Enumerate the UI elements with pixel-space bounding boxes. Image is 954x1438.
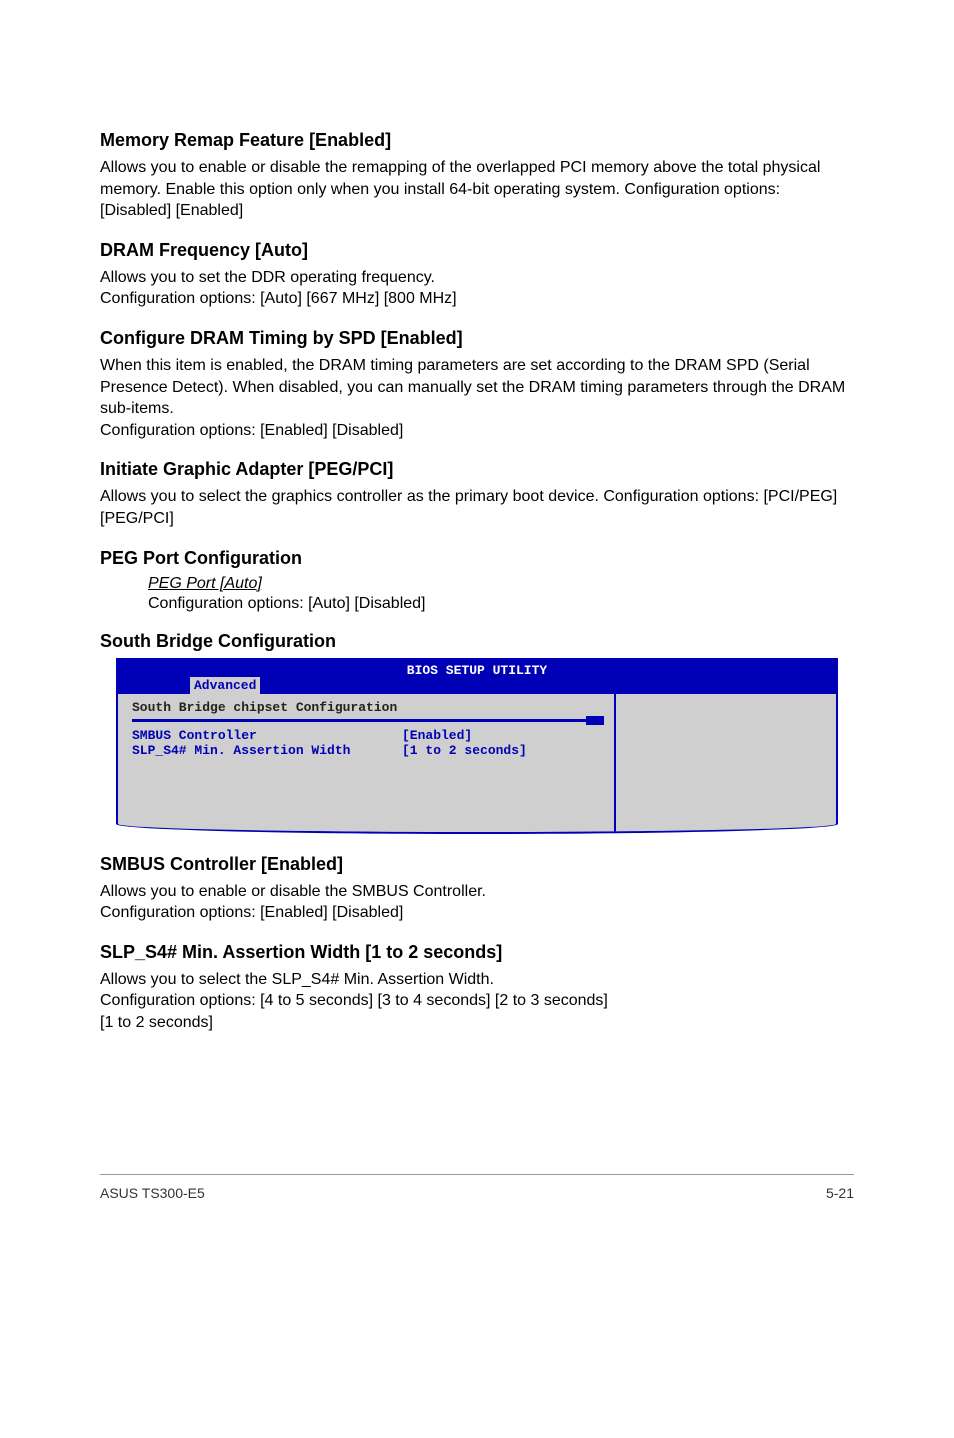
bios-divider xyxy=(132,719,604,722)
body-smbus: Allows you to enable or disable the SMBU… xyxy=(100,881,854,924)
bios-row-slp: SLP_S4# Min. Assertion Width [1 to 2 sec… xyxy=(132,743,604,758)
heading-south-bridge: South Bridge Configuration xyxy=(100,631,854,652)
subheading-peg-port: PEG Port [Auto] xyxy=(148,575,854,593)
heading-memory-remap: Memory Remap Feature [Enabled] xyxy=(100,130,854,151)
bios-value-smbus: [Enabled] xyxy=(402,728,472,743)
subbody-peg-port: Configuration options: [Auto] [Disabled] xyxy=(148,595,854,613)
bios-utility-title: BIOS SETUP UTILITY xyxy=(118,663,836,678)
bios-header: BIOS SETUP UTILITY Advanced xyxy=(116,658,838,694)
section-dram-timing: Configure DRAM Timing by SPD [Enabled] W… xyxy=(100,328,854,441)
section-south-bridge: South Bridge Configuration xyxy=(100,631,854,652)
bios-row-smbus: SMBUS Controller [Enabled] xyxy=(132,728,604,743)
section-smbus: SMBUS Controller [Enabled] Allows you to… xyxy=(100,854,854,924)
body-dram-timing: When this item is enabled, the DRAM timi… xyxy=(100,355,854,441)
heading-dram-freq: DRAM Frequency [Auto] xyxy=(100,240,854,261)
section-peg-port: PEG Port Configuration PEG Port [Auto] C… xyxy=(100,548,854,613)
body-dram-freq: Allows you to set the DDR operating freq… xyxy=(100,267,854,310)
body-memory-remap: Allows you to enable or disable the rema… xyxy=(100,157,854,222)
bios-left-panel: South Bridge chipset Configuration SMBUS… xyxy=(118,694,616,832)
section-memory-remap: Memory Remap Feature [Enabled] Allows yo… xyxy=(100,130,854,222)
heading-smbus: SMBUS Controller [Enabled] xyxy=(100,854,854,875)
bios-right-panel xyxy=(616,694,836,832)
section-slp-s4: SLP_S4# Min. Assertion Width [1 to 2 sec… xyxy=(100,942,854,1034)
bios-tab-advanced: Advanced xyxy=(190,677,260,694)
body-slp-s4: Allows you to select the SLP_S4# Min. As… xyxy=(100,969,854,1034)
footer-right: 5-21 xyxy=(826,1185,854,1201)
bios-body: South Bridge chipset Configuration SMBUS… xyxy=(116,694,838,834)
bios-label-slp: SLP_S4# Min. Assertion Width xyxy=(132,743,402,758)
body-initiate-graphic: Allows you to select the graphics contro… xyxy=(100,486,854,529)
heading-peg-port: PEG Port Configuration xyxy=(100,548,854,569)
heading-initiate-graphic: Initiate Graphic Adapter [PEG/PCI] xyxy=(100,459,854,480)
page-footer: ASUS TS300-E5 5-21 xyxy=(100,1174,854,1201)
footer-left: ASUS TS300-E5 xyxy=(100,1185,205,1201)
heading-dram-timing: Configure DRAM Timing by SPD [Enabled] xyxy=(100,328,854,349)
bios-panel-title: South Bridge chipset Configuration xyxy=(132,700,604,719)
section-initiate-graphic: Initiate Graphic Adapter [PEG/PCI] Allow… xyxy=(100,459,854,529)
bios-value-slp: [1 to 2 seconds] xyxy=(402,743,527,758)
bios-label-smbus: SMBUS Controller xyxy=(132,728,402,743)
section-dram-freq: DRAM Frequency [Auto] Allows you to set … xyxy=(100,240,854,310)
heading-slp-s4: SLP_S4# Min. Assertion Width [1 to 2 sec… xyxy=(100,942,854,963)
bios-setup-screenshot: BIOS SETUP UTILITY Advanced South Bridge… xyxy=(116,658,838,834)
